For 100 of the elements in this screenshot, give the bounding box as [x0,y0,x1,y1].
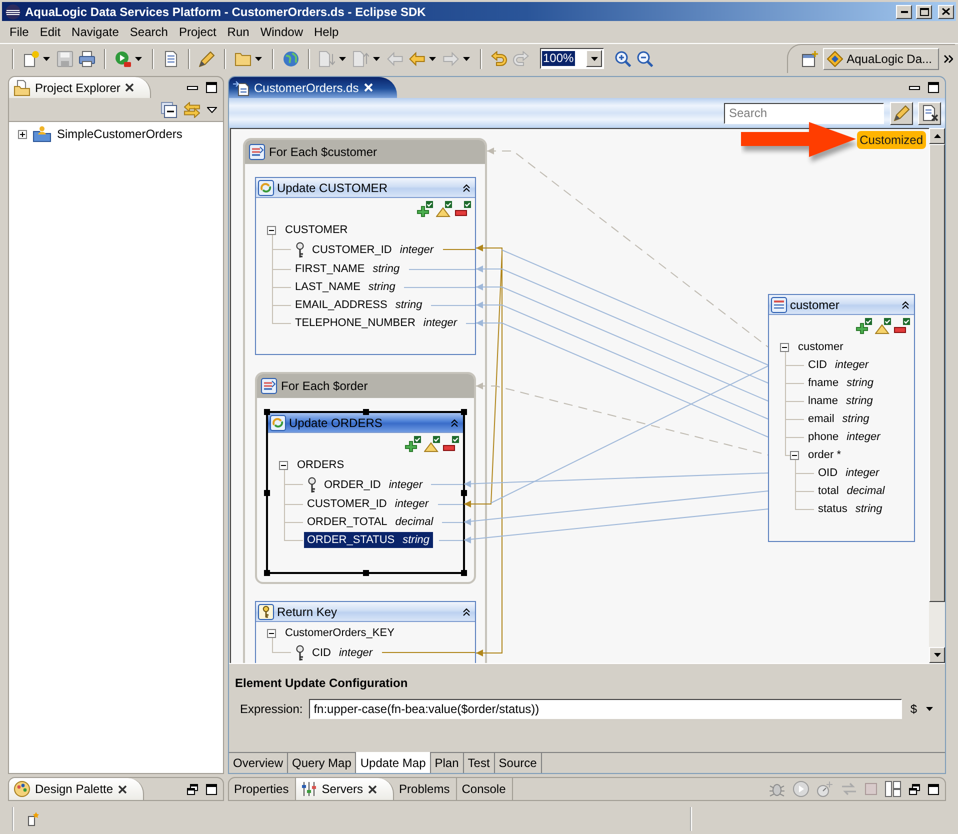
close-icon[interactable] [368,784,378,794]
view-menu-icon[interactable] [207,106,217,112]
collapse-icon[interactable] [267,226,276,234]
document-icon[interactable] [163,50,179,66]
update-block[interactable]: Update ORDERS ORDERS ORDER_ID integer CUSTOMER_ID integer ORDER_TOTAL decimal ORDER_STATUS string [267,412,464,573]
plus-check-icon[interactable] [417,201,433,217]
dropdown-arrow-icon[interactable] [373,56,380,60]
triangle-check-icon[interactable] [424,436,440,452]
zoom-in-icon[interactable] [615,50,631,66]
double-chevron-up-icon[interactable] [902,300,909,308]
page-tab[interactable]: Update Map [356,752,431,773]
close-icon[interactable] [118,784,128,794]
resize-handle[interactable] [461,570,467,576]
close-button[interactable] [938,4,954,18]
field-name[interactable]: CID [808,359,827,371]
restore-icon[interactable] [187,784,198,794]
field-name[interactable]: OID [818,467,838,479]
loop-block[interactable] [243,138,487,663]
view-tab[interactable]: Design Palette [9,778,144,800]
field-name[interactable]: ORDER_STATUS [307,534,395,546]
view-tab[interactable]: Servers [296,778,394,800]
maximize-icon[interactable] [928,82,939,93]
triangle-check-icon[interactable] [436,201,452,217]
clear-button[interactable] [918,102,941,124]
view-tab[interactable]: Problems [394,778,457,800]
resize-handle[interactable] [461,490,467,496]
field-name[interactable]: total [818,485,839,497]
minus-check-icon[interactable] [894,318,910,334]
double-chevron-up-icon[interactable] [463,608,470,616]
resize-handle[interactable] [461,409,467,415]
view-tab[interactable]: Project Explorer [9,77,152,98]
maximize-button[interactable] [916,4,932,18]
maximize-icon[interactable] [928,784,939,794]
element-name[interactable]: order * [808,449,842,461]
minimize-button[interactable] [896,4,912,18]
chevrons-right-icon[interactable] [944,55,953,63]
minimize-icon[interactable] [187,86,198,90]
field-name[interactable]: LAST_NAME [295,281,360,293]
field-name[interactable]: EMAIL_ADDRESS [295,299,388,311]
double-chevron-up-icon[interactable] [463,184,470,192]
double-chevron-up-icon[interactable] [451,418,458,426]
menu-item[interactable]: Edit [34,24,66,41]
minus-check-icon[interactable] [443,436,459,452]
new-file-icon[interactable] [23,50,39,66]
search-field[interactable]: Search [724,102,884,124]
page-tab[interactable]: Overview [229,753,288,773]
field-name[interactable]: lname [808,395,838,407]
minus-check-icon[interactable] [455,201,471,217]
zoom-field[interactable]: 100% [540,48,604,69]
menu-item[interactable]: File [4,24,34,41]
dropdown-button[interactable] [586,50,602,67]
resize-handle[interactable] [264,490,270,496]
variable-menu-button[interactable]: $ [908,699,939,719]
field-name[interactable]: ORDER_TOTAL [307,516,388,528]
update-block[interactable]: Update CUSTOMER CUSTOMER CUSTOMER_ID integer FIRST_NAME string LAST_NAME string EMAIL_ADDRESS string TELEPHONE_NUMBER integer [255,177,476,355]
dropdown-arrow-icon[interactable] [463,56,470,60]
resize-handle[interactable] [264,570,270,576]
plus-check-icon[interactable] [856,318,872,334]
menu-item[interactable]: Search [124,24,174,41]
expand-icon[interactable] [18,130,27,138]
menu-item[interactable]: Help [308,24,344,41]
undo-icon[interactable] [491,50,507,66]
loop-block[interactable]: For Each $order Update ORDERS ORDERS ORDER_ID integer CUSTOMER_ID integer ORDER_TOTAL decimal ORDER_STATUS string [255,372,476,584]
plus-check-icon[interactable] [405,436,421,452]
field-name[interactable]: ORDER_ID [324,478,381,490]
triangle-check-icon[interactable] [875,318,891,334]
editor-tab[interactable]: CustomerOrders.ds [229,77,397,98]
expression-field[interactable]: fn:upper-case(fn-bea:value($order/status)) [308,699,902,719]
field-name[interactable]: CID [312,646,331,658]
collapse-icon[interactable] [267,628,276,638]
menu-item[interactable]: Run [222,24,255,41]
dropdown-arrow-icon[interactable] [339,56,346,60]
field-name[interactable]: CUSTOMER_ID [307,498,387,510]
dropdown-arrow-icon[interactable] [43,56,50,60]
collapse-icon[interactable] [780,342,789,352]
dropdown-arrow-icon[interactable] [429,56,436,60]
field-name[interactable]: email [808,413,834,425]
collapse-icon[interactable] [279,460,288,470]
element-name[interactable]: ORDERS [297,459,344,471]
play-icon[interactable] [793,781,809,797]
element-name[interactable]: CustomerOrders_KEY [285,627,394,639]
field-name[interactable]: TELEPHONE_NUMBER [295,317,416,329]
page-tab[interactable]: Test [464,753,495,773]
dropdown-arrow-icon[interactable] [135,56,142,60]
page-star-icon[interactable] [28,812,39,826]
collapse-all-icon[interactable] [161,102,177,118]
panels-icon[interactable] [885,781,901,797]
element-name[interactable]: CUSTOMER [285,224,348,236]
scroll-up-button[interactable] [929,128,945,144]
field-name[interactable]: FIRST_NAME [295,263,365,275]
maximize-icon[interactable] [206,82,217,93]
field-name[interactable]: CUSTOMER_ID [312,244,392,256]
resize-handle[interactable] [362,570,368,576]
field-name[interactable]: phone [808,431,839,443]
edit-button[interactable] [890,102,913,124]
menu-item[interactable]: Project [173,24,222,41]
maximize-icon[interactable] [206,784,217,794]
schema-block[interactable]: customer customer CID integer fname string lname string email string phone integer order * OID integer total decimal status string [768,294,915,542]
collapse-icon[interactable] [790,450,799,460]
element-name[interactable]: customer [798,341,844,353]
